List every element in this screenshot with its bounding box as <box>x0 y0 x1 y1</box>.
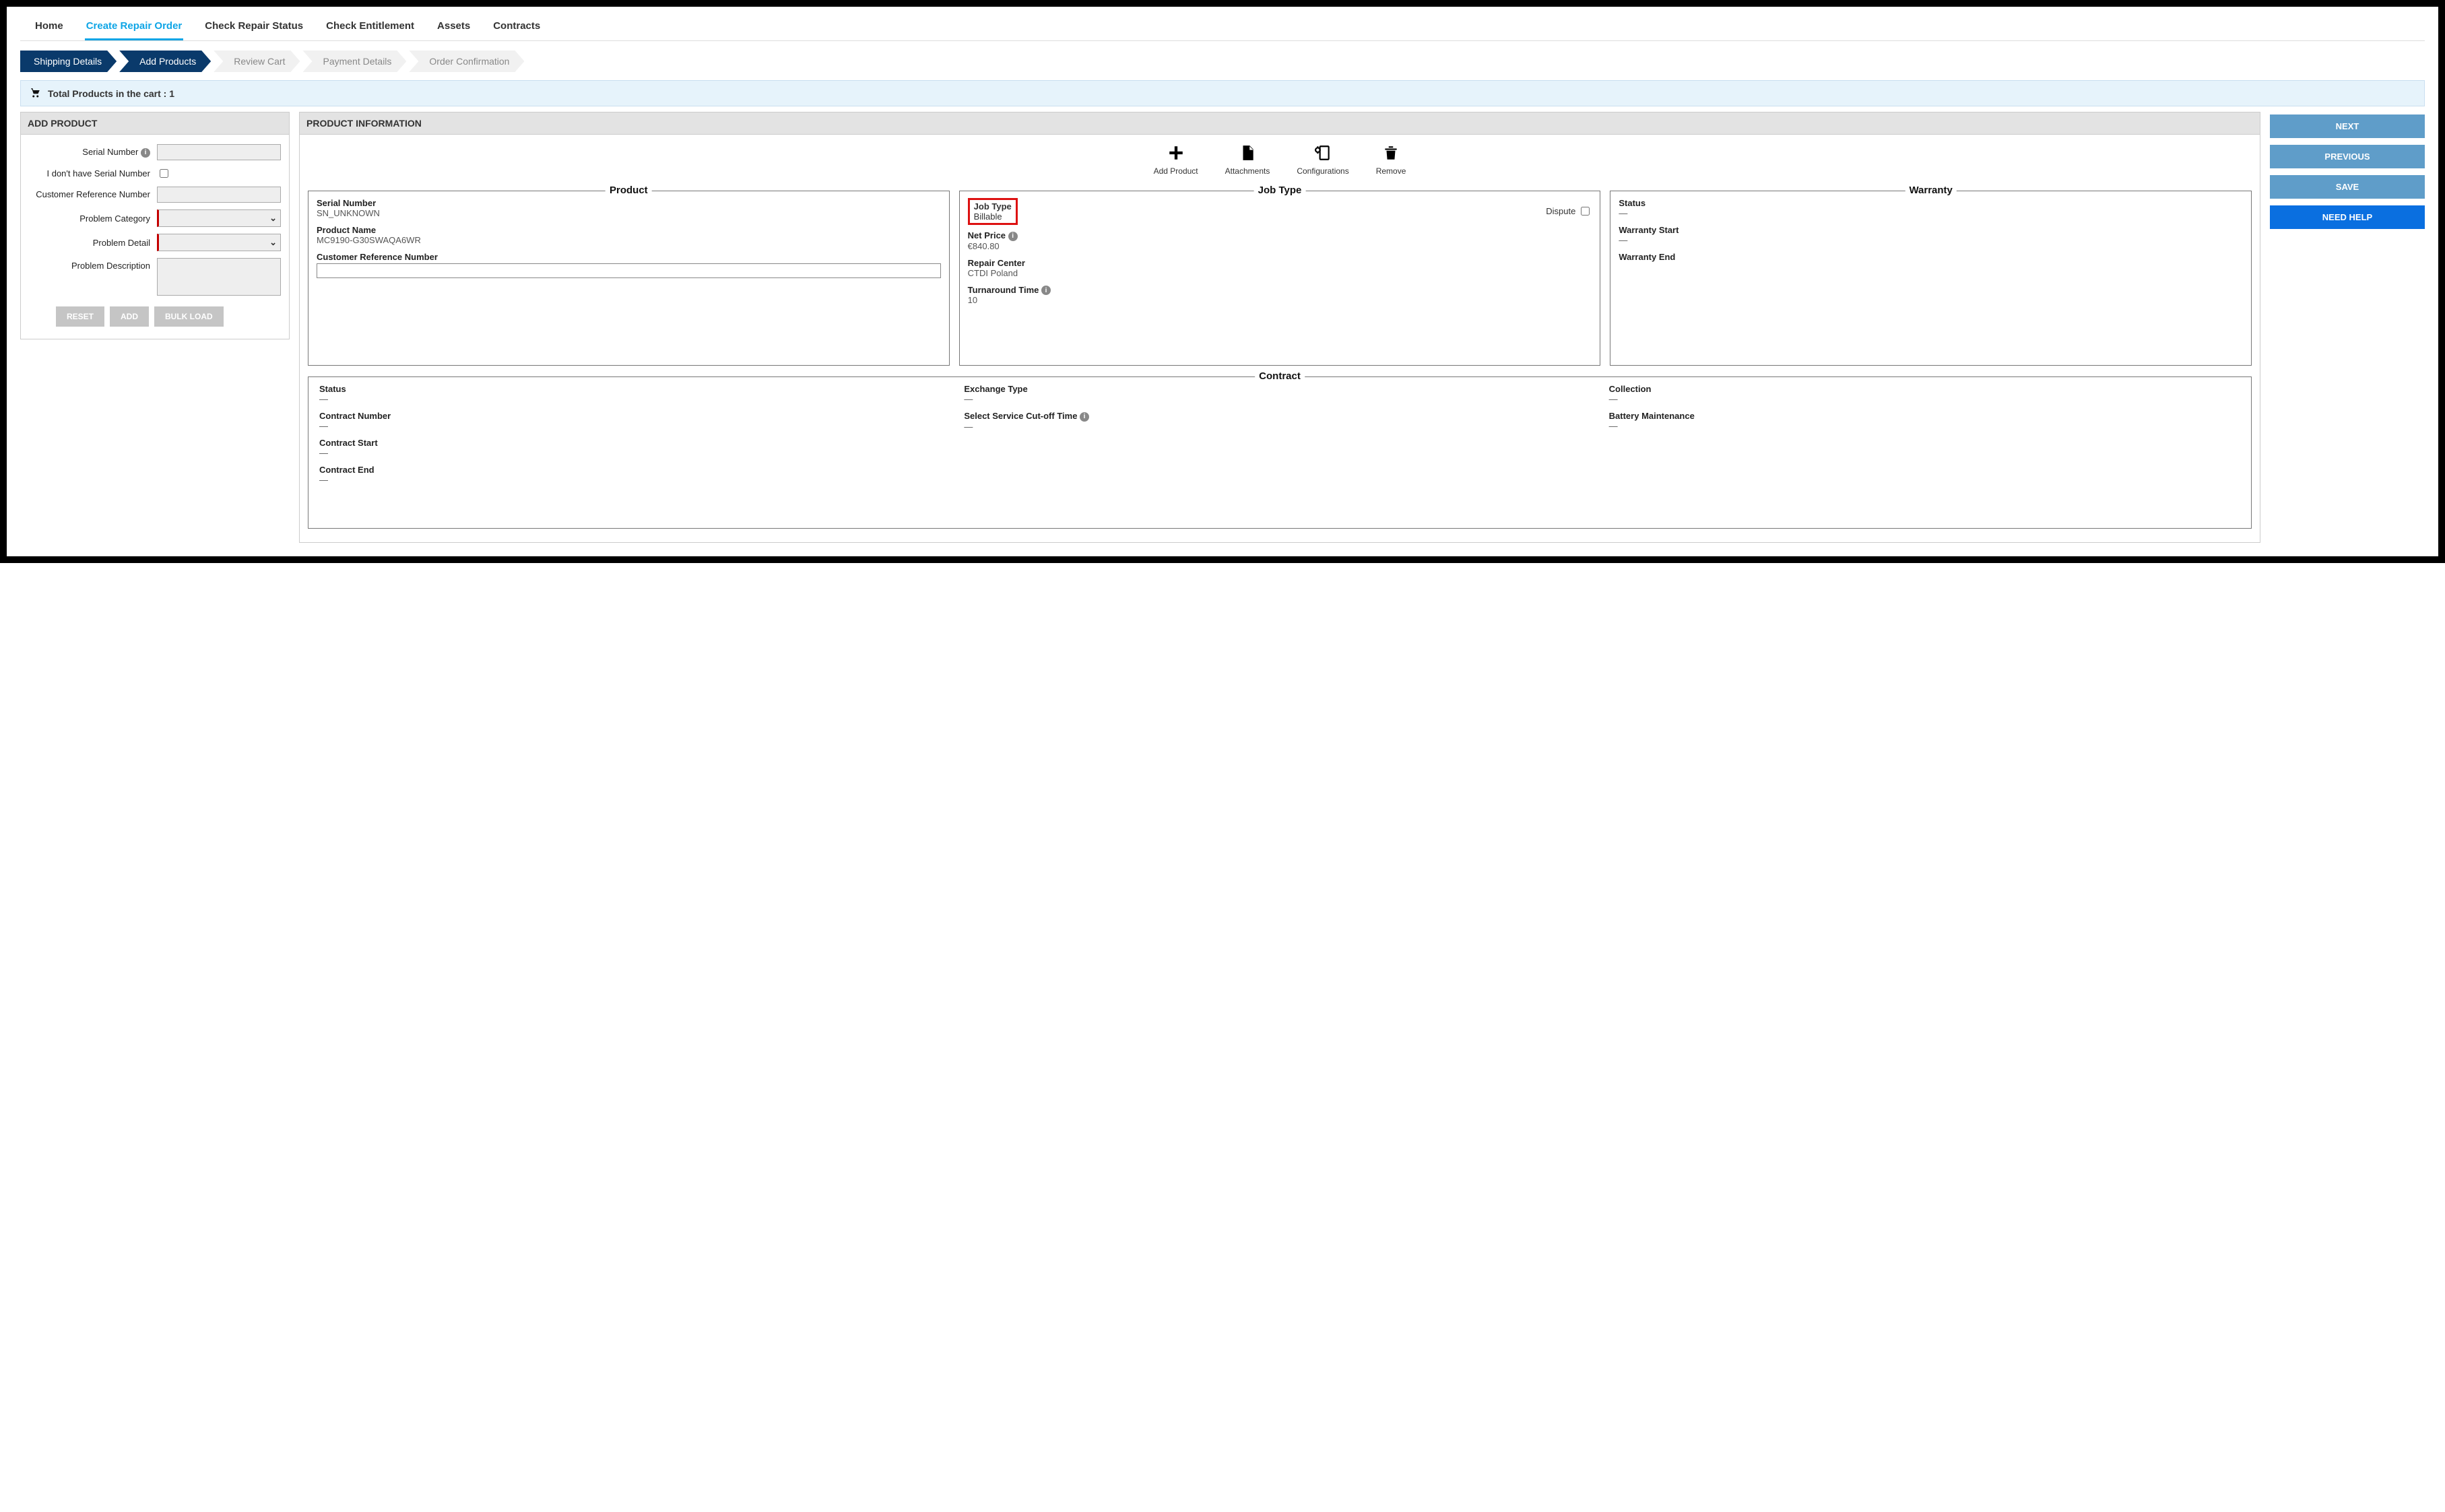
product-name-value: MC9190-G30SWAQA6WR <box>317 235 941 245</box>
repair-center-label: Repair Center <box>968 258 1592 268</box>
product-crn-label: Customer Reference Number <box>317 252 941 262</box>
exchange-type-label: Exchange Type <box>964 384 1595 394</box>
add-product-action[interactable]: Add Product <box>1154 144 1198 176</box>
collection-label: Collection <box>1609 384 2240 394</box>
crn-label: Customer Reference Number <box>29 190 157 199</box>
contract-start-value: — <box>319 448 950 458</box>
problem-category-select[interactable] <box>157 209 281 227</box>
product-name-label: Product Name <box>317 225 941 235</box>
problem-category-label: Problem Category <box>29 213 157 224</box>
save-button[interactable]: SAVE <box>2270 175 2425 199</box>
nav-create-repair-order[interactable]: Create Repair Order <box>85 16 184 40</box>
step-payment-details[interactable]: Payment Details <box>302 51 406 72</box>
job-type-highlight: Job Type Billable <box>968 198 1018 225</box>
warranty-start-value: — <box>1619 235 2243 245</box>
battery-value: — <box>1609 421 2240 431</box>
step-shipping-details[interactable]: Shipping Details <box>20 51 117 72</box>
crn-input[interactable] <box>157 187 281 203</box>
document-icon <box>1239 144 1256 164</box>
trash-icon <box>1382 144 1400 164</box>
problem-detail-select[interactable] <box>157 234 281 251</box>
next-button[interactable]: NEXT <box>2270 114 2425 138</box>
warranty-fieldset: Warranty Status — Warranty Start — Warra… <box>1610 191 2252 366</box>
product-serial-label: Serial Number <box>317 198 941 208</box>
no-serial-label: I don't have Serial Number <box>29 168 157 178</box>
nav-contracts[interactable]: Contracts <box>492 16 542 40</box>
bulk-load-button[interactable]: BULK LOAD <box>154 306 224 327</box>
battery-label: Battery Maintenance <box>1609 411 2240 421</box>
nav-assets[interactable]: Assets <box>436 16 471 40</box>
problem-detail-label: Problem Detail <box>29 238 157 248</box>
problem-description-textarea[interactable] <box>157 258 281 296</box>
info-icon[interactable]: i <box>141 148 150 158</box>
product-serial-value: SN_UNKNOWN <box>317 208 941 218</box>
collection-value: — <box>1609 394 2240 404</box>
job-type-fieldset: Job Type Job Type Billable Dispute <box>959 191 1601 366</box>
serial-number-input[interactable] <box>157 144 281 160</box>
cart-summary-bar: Total Products in the cart : 1 <box>20 80 2425 106</box>
repair-center-value: CTDI Poland <box>968 268 1592 278</box>
warranty-end-label: Warranty End <box>1619 252 2243 262</box>
nav-check-repair-status[interactable]: Check Repair Status <box>203 16 304 40</box>
turnaround-value: 10 <box>968 295 1592 305</box>
net-price-value: €840.80 <box>968 241 1592 251</box>
contract-number-label: Contract Number <box>319 411 950 421</box>
configurations-action[interactable]: Configurations <box>1297 144 1348 176</box>
contract-number-value: — <box>319 421 950 431</box>
plus-icon <box>1167 144 1185 164</box>
step-order-confirmation[interactable]: Order Confirmation <box>409 51 524 72</box>
reset-button[interactable]: RESET <box>56 306 104 327</box>
warranty-start-label: Warranty Start <box>1619 225 2243 235</box>
main-nav: Home Create Repair Order Check Repair St… <box>20 12 2425 41</box>
add-button[interactable]: ADD <box>110 306 149 327</box>
exchange-type-value: — <box>964 394 1595 404</box>
cart-icon <box>29 86 41 100</box>
contract-fieldset: Contract Status— Contract Number— Contra… <box>308 376 2252 529</box>
info-icon[interactable]: i <box>1080 412 1089 422</box>
cutoff-label: Select Service Cut-off Time i <box>964 411 1595 422</box>
remove-action[interactable]: Remove <box>1376 144 1406 176</box>
dispute-checkbox[interactable] <box>1581 207 1590 216</box>
contract-status-value: — <box>319 394 950 404</box>
add-product-header: ADD PRODUCT <box>20 112 290 135</box>
cutoff-value: — <box>964 422 1595 432</box>
step-add-products[interactable]: Add Products <box>119 51 211 72</box>
step-review-cart[interactable]: Review Cart <box>214 51 300 72</box>
serial-number-label: Serial Number i <box>29 147 157 158</box>
warranty-status-label: Status <box>1619 198 2243 208</box>
net-price-label: Net Price i <box>968 230 1592 241</box>
contract-start-label: Contract Start <box>319 438 950 448</box>
product-info-header: PRODUCT INFORMATION <box>299 112 2260 135</box>
nav-check-entitlement[interactable]: Check Entitlement <box>325 16 416 40</box>
cart-summary-text: Total Products in the cart : 1 <box>48 88 174 99</box>
turnaround-label: Turnaround Time i <box>968 285 1592 296</box>
contract-end-label: Contract End <box>319 465 950 475</box>
contract-status-label: Status <box>319 384 950 394</box>
no-serial-checkbox[interactable] <box>160 169 168 178</box>
product-crn-input[interactable] <box>317 263 941 278</box>
need-help-button[interactable]: NEED HELP <box>2270 205 2425 229</box>
info-icon[interactable]: i <box>1041 286 1051 295</box>
attachments-action[interactable]: Attachments <box>1225 144 1270 176</box>
product-fieldset: Product Serial Number SN_UNKNOWN Product… <box>308 191 950 366</box>
warranty-status-value: — <box>1619 208 2243 218</box>
wizard-stepper: Shipping Details Add Products Review Car… <box>20 51 2425 72</box>
contract-end-value: — <box>319 475 950 485</box>
info-icon[interactable]: i <box>1008 232 1018 241</box>
problem-description-label: Problem Description <box>29 258 157 271</box>
previous-button[interactable]: PREVIOUS <box>2270 145 2425 168</box>
gear-device-icon <box>1314 144 1332 164</box>
dispute-label: Dispute <box>1546 206 1575 216</box>
nav-home[interactable]: Home <box>34 16 65 40</box>
